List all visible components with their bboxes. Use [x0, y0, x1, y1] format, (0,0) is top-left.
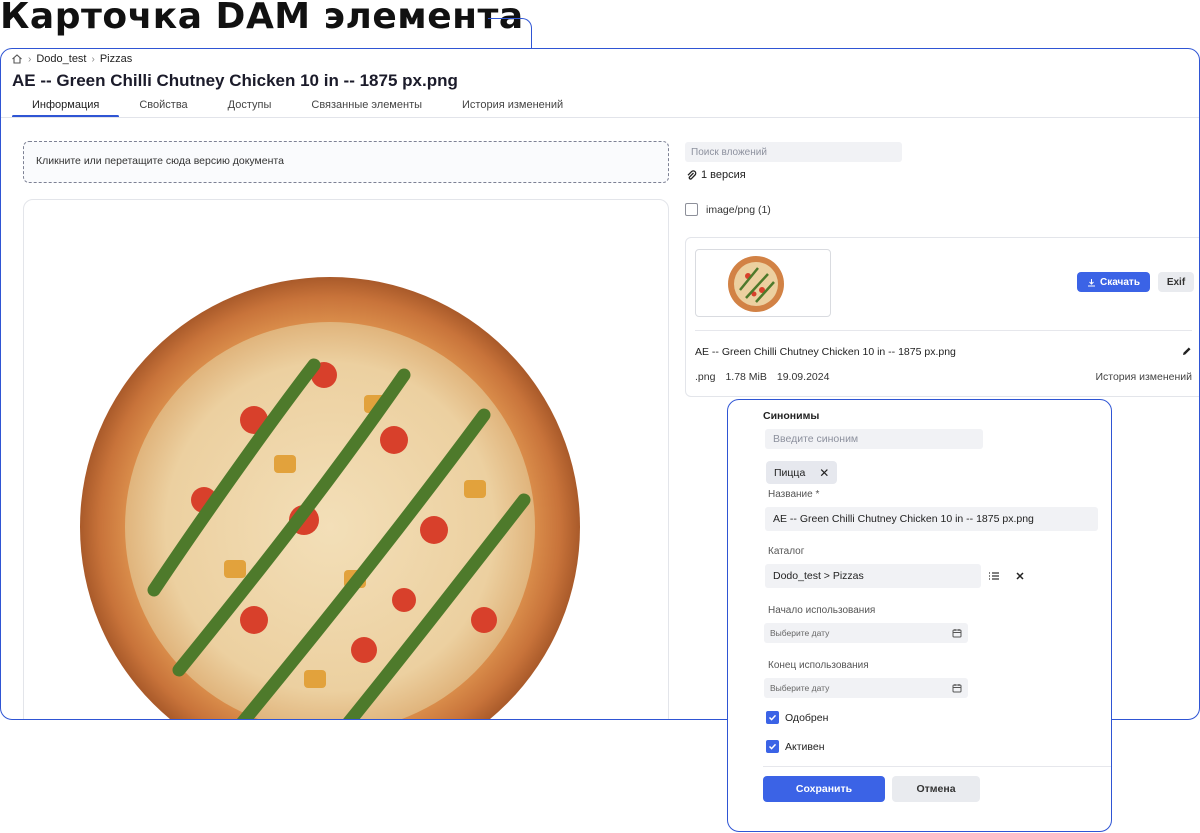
approved-checkbox[interactable]: [766, 711, 779, 724]
close-icon[interactable]: ✕: [819, 466, 829, 480]
file-name: AE -- Green Chilli Chutney Chicken 10 in…: [695, 346, 956, 358]
file-version-card: Скачать Exif AE -- Green Chilli Chutney …: [685, 237, 1199, 397]
mime-filter-checkbox[interactable]: [685, 203, 698, 216]
form-divider: [763, 766, 1111, 767]
tab-history[interactable]: История изменений: [442, 98, 583, 118]
pencil-icon[interactable]: [1182, 346, 1192, 356]
start-date-picker[interactable]: Выберите дату: [764, 623, 968, 643]
hero-connector-line: [488, 18, 532, 48]
checkmark-icon: [768, 714, 777, 721]
page-title: AE -- Green Chilli Chutney Chicken 10 in…: [12, 71, 458, 90]
pizza-image: [80, 277, 580, 719]
name-label: Название *: [768, 489, 820, 500]
name-input[interactable]: [765, 507, 1098, 531]
chevron-right-icon: ›: [91, 53, 95, 65]
end-date-picker[interactable]: Выберите дату: [764, 678, 968, 698]
versions-indicator[interactable]: 1 версия: [686, 169, 746, 181]
synonym-chip-label: Пицца: [774, 466, 806, 479]
tab-bar: Информация Свойства Доступы Связанные эл…: [12, 98, 583, 118]
properties-form-panel: Синонимы Пицца ✕ Название * Каталог Нача…: [727, 399, 1112, 832]
attachments-search-input[interactable]: [685, 142, 902, 162]
upload-dropzone[interactable]: Кликните или перетащите сюда версию доку…: [23, 141, 669, 183]
image-preview: [23, 199, 669, 719]
cancel-button[interactable]: Отмена: [892, 776, 980, 802]
breadcrumb: › Dodo_test › Pizzas: [11, 53, 132, 65]
tab-related[interactable]: Связанные элементы: [291, 98, 442, 118]
end-date-label: Конец использования: [768, 660, 869, 671]
breadcrumb-item-1[interactable]: Pizzas: [100, 53, 132, 65]
file-history-link[interactable]: История изменений: [1095, 371, 1192, 383]
mime-filter-label: image/png (1): [706, 203, 771, 216]
active-checkbox-row[interactable]: Активен: [766, 740, 825, 753]
file-ext: .png: [695, 371, 716, 383]
tab-info[interactable]: Информация: [12, 98, 120, 118]
exif-button[interactable]: Exif: [1158, 272, 1194, 292]
active-checkbox[interactable]: [766, 740, 779, 753]
catalog-label: Каталог: [768, 546, 805, 557]
versions-label: 1 версия: [701, 169, 746, 181]
start-date-label: Начало использования: [768, 605, 876, 616]
download-button[interactable]: Скачать: [1077, 272, 1150, 292]
approved-label: Одобрен: [785, 711, 829, 724]
list-icon[interactable]: [988, 570, 1000, 582]
download-button-label: Скачать: [1100, 276, 1140, 288]
breadcrumb-item-0[interactable]: Dodo_test: [36, 53, 86, 65]
checkmark-icon: [768, 743, 777, 750]
synonyms-heading: Синонимы: [763, 410, 820, 422]
card-divider: [695, 330, 1192, 331]
calendar-icon: [952, 684, 962, 693]
start-date-placeholder: Выберите дату: [770, 628, 830, 638]
synonym-chip: Пицца ✕: [766, 461, 838, 484]
catalog-input[interactable]: [765, 564, 981, 588]
mime-filter[interactable]: image/png (1): [685, 203, 771, 216]
save-button[interactable]: Сохранить: [763, 776, 885, 802]
paperclip-icon: [687, 169, 697, 180]
chevron-right-icon: ›: [28, 53, 32, 65]
approved-checkbox-row[interactable]: Одобрен: [766, 711, 828, 724]
home-icon[interactable]: [11, 53, 23, 65]
clear-icon[interactable]: [1014, 570, 1026, 582]
download-icon: [1088, 278, 1096, 286]
file-meta: .png 1.78 MiB 19.09.2024: [695, 371, 829, 383]
file-date: 19.09.2024: [776, 371, 830, 383]
pizza-thumbnail-image: [728, 256, 784, 312]
hero-title: Карточка DAM элемента: [0, 0, 524, 37]
synonym-input[interactable]: [765, 429, 983, 449]
end-date-placeholder: Выберите дату: [770, 683, 830, 693]
tab-access[interactable]: Доступы: [208, 98, 292, 118]
file-thumbnail[interactable]: [695, 249, 831, 317]
tab-properties[interactable]: Свойства: [119, 98, 207, 118]
file-size: 1.78 MiB: [725, 371, 767, 383]
calendar-icon: [952, 629, 962, 638]
tabs-divider: [1, 117, 1199, 118]
active-label: Активен: [785, 740, 825, 753]
